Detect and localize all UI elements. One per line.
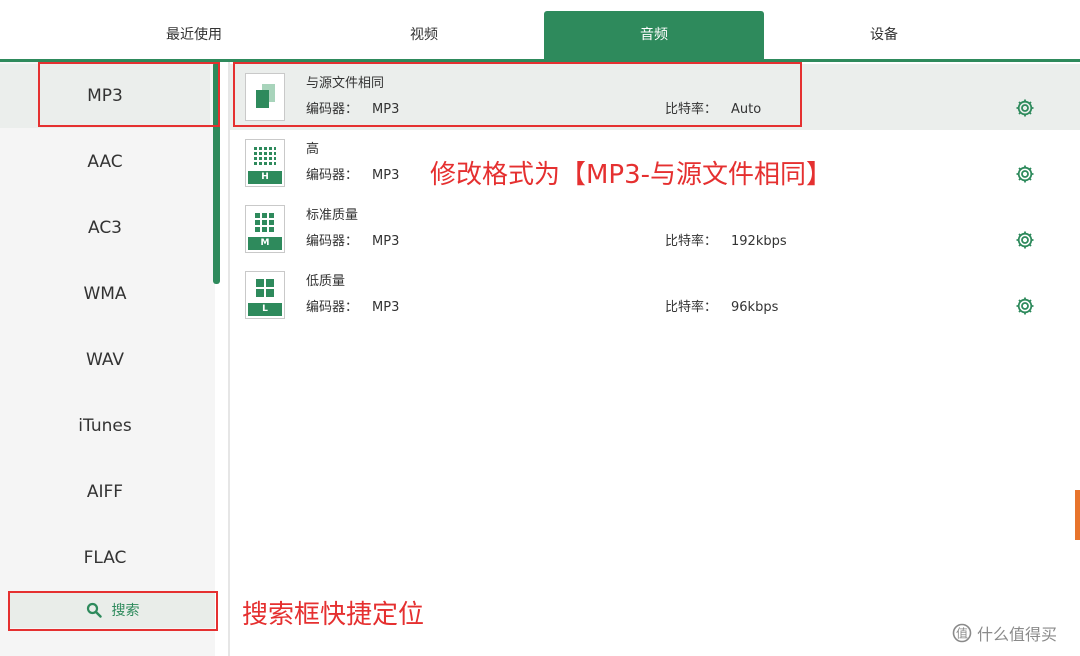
watermark-logo-icon: 值 xyxy=(952,623,972,643)
sidebar-item-aac[interactable]: AAC xyxy=(0,130,210,194)
preset-row[interactable]: L 低质量 编码器： MP3 比特率： 96kbps xyxy=(230,262,1080,328)
edge-accent xyxy=(1075,490,1080,540)
preset-title: 低质量 xyxy=(306,274,346,289)
annotation-search-note: 搜索框快捷定位 xyxy=(242,600,425,630)
format-tab-bar: 最近使用 视频 音频 设备 xyxy=(0,0,1080,62)
high-quality-icon: H xyxy=(245,139,285,187)
watermark-text: 什么值得买 xyxy=(977,625,1058,644)
preset-bitrate: 比特率： 192kbps xyxy=(665,234,787,249)
quality-badge: H xyxy=(248,171,282,184)
preset-title: 高 xyxy=(306,142,320,157)
preset-bitrate: 比特率： 96kbps xyxy=(665,300,779,315)
tab-video[interactable]: 视频 xyxy=(314,11,534,59)
quality-badge: M xyxy=(248,237,282,250)
annotation-box-search xyxy=(8,591,218,631)
low-quality-icon: L xyxy=(245,271,285,319)
preset-encoder: 编码器： MP3 xyxy=(306,300,400,315)
format-sidebar: MP3 AAC AC3 WMA WAV iTunes AIFF FLAC xyxy=(0,62,215,656)
preset-encoder: 编码器： MP3 xyxy=(306,234,400,249)
tab-device[interactable]: 设备 xyxy=(774,11,994,59)
gear-icon[interactable] xyxy=(1014,163,1036,185)
preset-list: 与源文件相同 编码器： MP3 比特率： Auto H 高 编码器： MP3 M… xyxy=(230,62,1080,656)
preset-row[interactable]: M 标准质量 编码器： MP3 比特率： 192kbps xyxy=(230,196,1080,262)
tab-audio[interactable]: 音频 xyxy=(544,11,764,59)
quality-badge: L xyxy=(248,303,282,316)
annotation-box-preset xyxy=(233,62,802,127)
sidebar-item-wma[interactable]: WMA xyxy=(0,262,210,326)
gear-icon[interactable] xyxy=(1014,295,1036,317)
sidebar-item-flac[interactable]: FLAC xyxy=(0,526,210,590)
annotation-format-note: 修改格式为【MP3-与源文件相同】 xyxy=(430,160,833,190)
gear-icon[interactable] xyxy=(1014,229,1036,251)
watermark: 值 什么值得买 xyxy=(952,621,1057,645)
svg-text:值: 值 xyxy=(956,626,968,641)
preset-title: 标准质量 xyxy=(306,208,359,223)
annotation-box-sidebar xyxy=(38,62,220,127)
sidebar-item-ac3[interactable]: AC3 xyxy=(0,196,210,260)
preset-encoder: 编码器： MP3 xyxy=(306,168,400,183)
sidebar-item-aiff[interactable]: AIFF xyxy=(0,460,210,524)
tab-recent[interactable]: 最近使用 xyxy=(84,11,304,59)
gear-icon[interactable] xyxy=(1014,97,1036,119)
standard-quality-icon: M xyxy=(245,205,285,253)
sidebar-item-wav[interactable]: WAV xyxy=(0,328,210,392)
sidebar-item-itunes[interactable]: iTunes xyxy=(0,394,210,458)
